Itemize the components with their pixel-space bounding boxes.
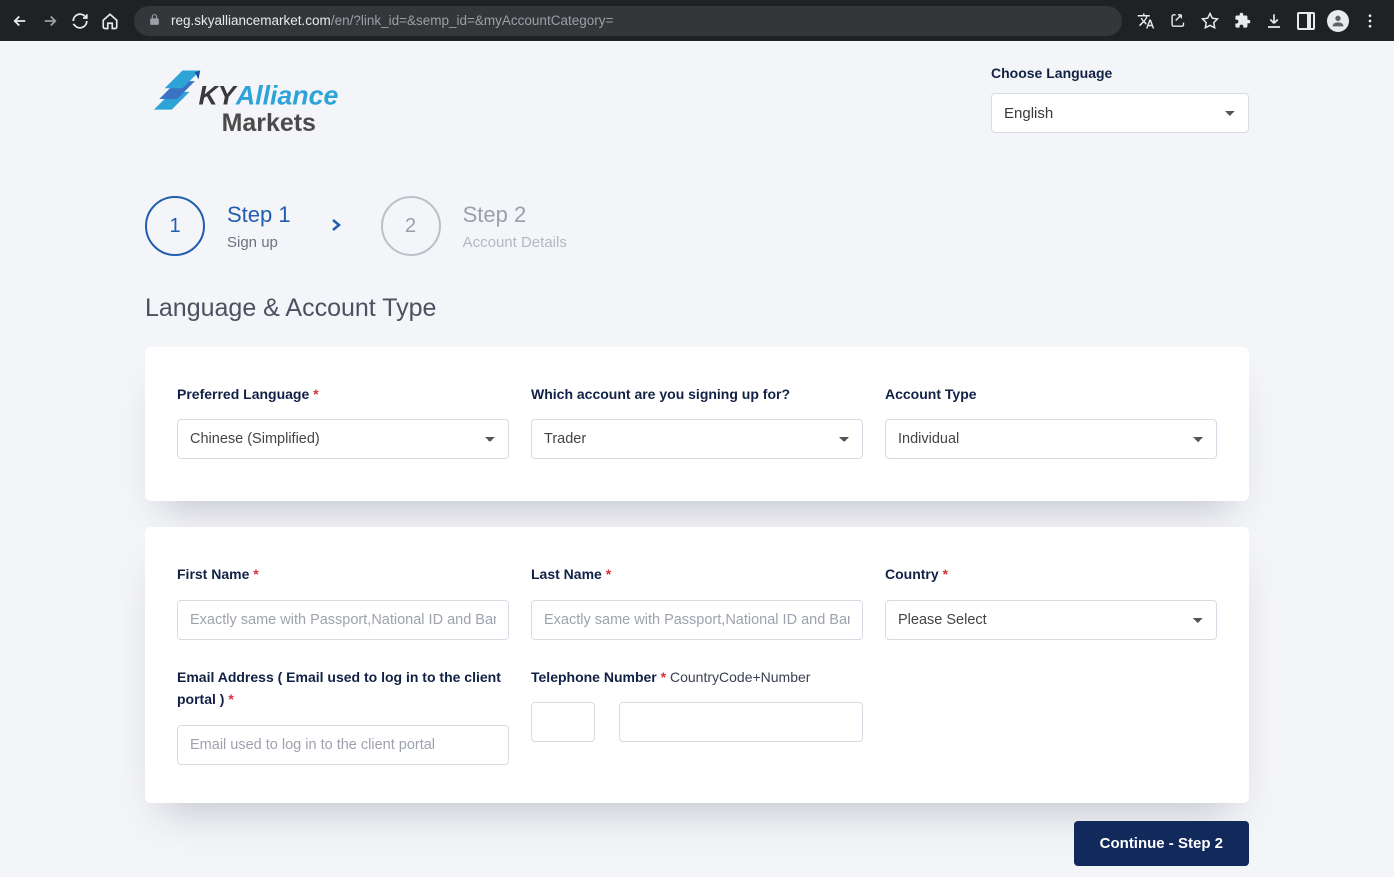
- step2-title: Step 2: [463, 202, 567, 228]
- url-bar[interactable]: reg.skyalliancemarket.com/en/?link_id=&s…: [134, 6, 1122, 36]
- telephone-label: Telephone Number * CountryCode+Number: [531, 666, 863, 688]
- menu-icon[interactable]: [1358, 9, 1382, 33]
- account-type-label: Account Type: [885, 383, 1217, 405]
- chrome-right: [1134, 9, 1386, 33]
- forward-icon[interactable]: [38, 9, 62, 33]
- last-name-label: Last Name *: [531, 563, 863, 585]
- first-name-label: First Name *: [177, 563, 509, 585]
- back-icon[interactable]: [8, 9, 32, 33]
- step1-title: Step 1: [227, 202, 291, 228]
- step2-circle: 2: [381, 196, 441, 256]
- download-icon[interactable]: [1262, 9, 1286, 33]
- phone-number-input[interactable]: [619, 702, 863, 742]
- email-label: Email Address ( Email used to log in to …: [177, 666, 509, 711]
- bookmark-icon[interactable]: [1198, 9, 1222, 33]
- steps-indicator: 1 Step 1 Sign up 2 Step 2 Account Detail…: [145, 196, 1249, 256]
- country-select[interactable]: Please Select: [885, 600, 1217, 640]
- step2-sub: Account Details: [463, 234, 567, 251]
- lock-icon: [148, 13, 161, 29]
- svg-text:Markets: Markets: [222, 109, 316, 137]
- translate-icon[interactable]: [1134, 9, 1158, 33]
- svg-text:Alliance: Alliance: [235, 80, 339, 110]
- profile-icon[interactable]: [1326, 9, 1350, 33]
- step1-sub: Sign up: [227, 234, 291, 251]
- url-domain: reg.skyalliancemarket.com: [171, 13, 331, 28]
- step1-circle: 1: [145, 196, 205, 256]
- logo: KY Alliance Markets: [145, 65, 345, 154]
- signup-for-select[interactable]: Trader: [531, 419, 863, 459]
- section-heading: Language & Account Type: [145, 294, 1249, 323]
- tabstrip-icon[interactable]: [1294, 9, 1318, 33]
- country-label: Country *: [885, 563, 1217, 585]
- choose-language-label: Choose Language: [991, 65, 1249, 81]
- card-personal-details: First Name * Last Name * Country * Pleas…: [145, 527, 1249, 802]
- last-name-input[interactable]: [531, 600, 863, 640]
- preferred-language-label: Preferred Language *: [177, 383, 509, 405]
- signup-for-label: Which account are you signing up for?: [531, 383, 863, 405]
- language-select[interactable]: English: [991, 93, 1249, 133]
- url-path: /en/?link_id=&semp_id=&myAccountCategory…: [331, 13, 614, 28]
- refresh-icon[interactable]: [68, 9, 92, 33]
- home-icon[interactable]: [98, 9, 122, 33]
- browser-chrome: reg.skyalliancemarket.com/en/?link_id=&s…: [0, 0, 1394, 41]
- share-icon[interactable]: [1166, 9, 1190, 33]
- extensions-icon[interactable]: [1230, 9, 1254, 33]
- first-name-input[interactable]: [177, 600, 509, 640]
- email-input[interactable]: [177, 725, 509, 765]
- card-language-account: Preferred Language * Chinese (Simplified…: [145, 347, 1249, 501]
- preferred-language-select[interactable]: Chinese (Simplified): [177, 419, 509, 459]
- continue-button[interactable]: Continue - Step 2: [1074, 821, 1249, 866]
- phone-code-input[interactable]: [531, 702, 595, 742]
- account-type-select[interactable]: Individual: [885, 419, 1217, 459]
- chevron-right-icon: [313, 218, 359, 235]
- svg-text:KY: KY: [198, 80, 237, 110]
